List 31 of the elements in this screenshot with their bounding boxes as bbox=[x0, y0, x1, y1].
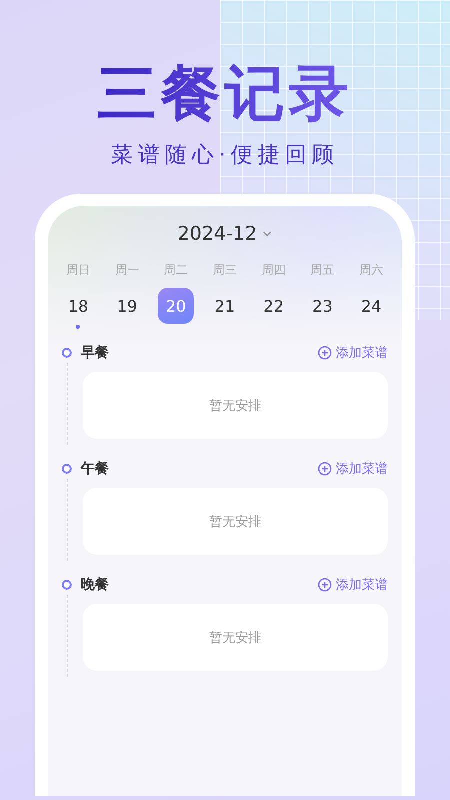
empty-message: 暂无安排 bbox=[210, 630, 262, 646]
weekday-label: 周日 bbox=[66, 262, 90, 279]
subtitle: 菜谱随心·便捷回顾 bbox=[111, 142, 339, 170]
weekday-label: 周四 bbox=[262, 262, 286, 279]
add-circle-icon bbox=[318, 578, 332, 592]
weekday-label: 周六 bbox=[360, 262, 384, 279]
meal-title: 午餐 bbox=[81, 460, 109, 478]
meal-title: 晚餐 bbox=[81, 576, 109, 594]
weekday-label: 周一 bbox=[115, 262, 140, 279]
add-recipe-link[interactable]: 添加菜谱 bbox=[318, 576, 388, 594]
month-picker[interactable]: 2024-12 bbox=[178, 223, 272, 245]
date-button[interactable]: 21 bbox=[206, 288, 243, 324]
empty-message: 暂无安排 bbox=[210, 398, 262, 414]
add-recipe-link[interactable]: 添加菜谱 bbox=[318, 460, 388, 478]
empty-message: 暂无安排 bbox=[210, 514, 262, 530]
timeline-dot-icon bbox=[62, 580, 72, 590]
weekday-label: 周五 bbox=[310, 262, 335, 279]
timeline-dot-icon bbox=[62, 464, 72, 474]
date-button[interactable]: 19 bbox=[109, 288, 146, 324]
timeline-dot-icon bbox=[62, 348, 72, 358]
weekday-label: 周二 bbox=[164, 262, 188, 279]
date-button[interactable]: 18 bbox=[60, 288, 96, 324]
add-circle-icon bbox=[318, 346, 332, 360]
weekday-label: 周三 bbox=[212, 262, 237, 279]
add-recipe-link[interactable]: 添加菜谱 bbox=[318, 344, 388, 362]
meal-title: 早餐 bbox=[81, 344, 109, 362]
date-button[interactable]: 22 bbox=[256, 288, 292, 324]
date-button[interactable]: 23 bbox=[304, 288, 341, 324]
date-button[interactable]: 24 bbox=[354, 288, 390, 324]
caret-icon bbox=[263, 231, 272, 237]
add-circle-icon bbox=[318, 462, 332, 476]
